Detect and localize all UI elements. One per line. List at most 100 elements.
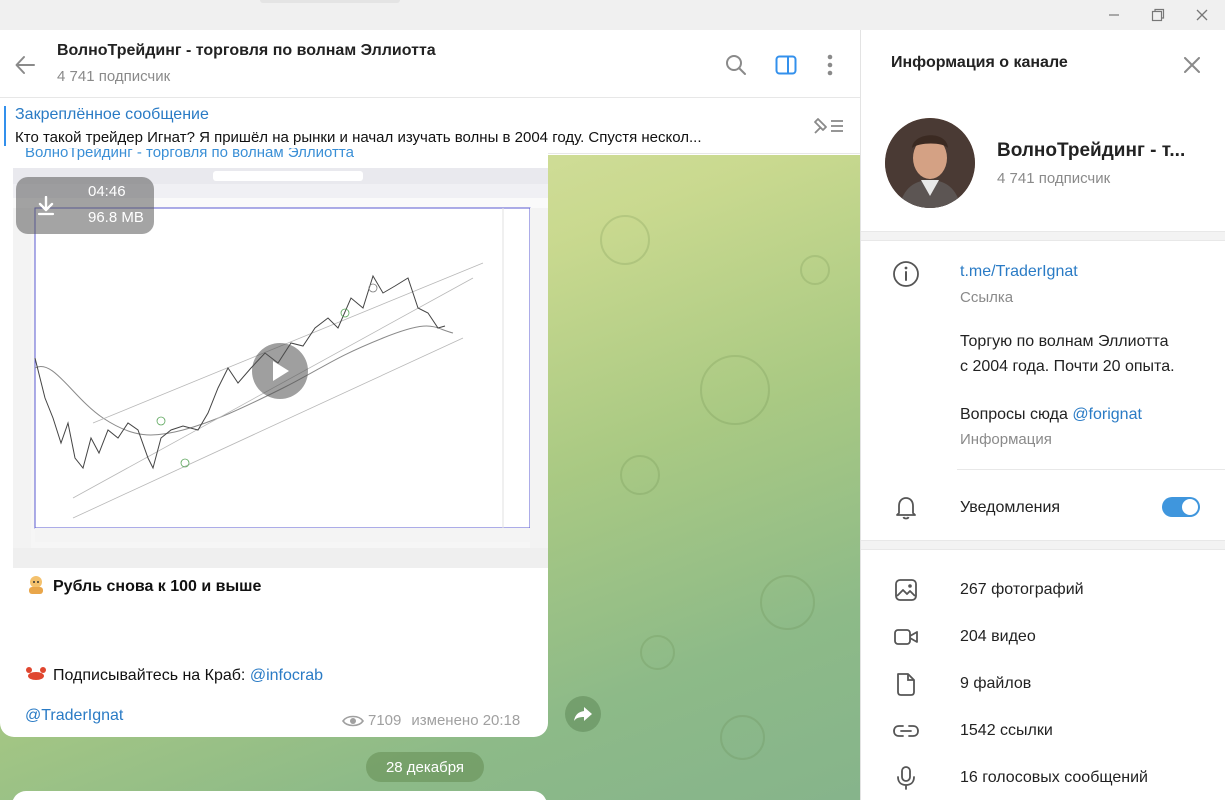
media-row-label: 204 видео bbox=[960, 628, 1036, 645]
arrow-left-icon bbox=[15, 56, 35, 74]
channel-name: ВолноТрейдинг - т... bbox=[997, 140, 1186, 161]
description-line2: с 2004 года. Почти 20 опыта. bbox=[960, 358, 1175, 375]
media-row-icon bbox=[891, 622, 921, 652]
close-icon bbox=[1196, 9, 1208, 21]
message-text-line2: Подписывайтесь на Краб: @infocrab bbox=[25, 663, 323, 685]
media-row-videos[interactable]: 204 видео bbox=[861, 617, 1225, 657]
video-icon bbox=[894, 629, 918, 645]
video-thumbnail[interactable]: 04:46 96.8 MB bbox=[13, 168, 548, 568]
window-close-button[interactable] bbox=[1179, 0, 1225, 30]
notifications-label: Уведомления bbox=[960, 499, 1061, 516]
media-row-label: 1542 ссылки bbox=[960, 722, 1053, 739]
download-icon bbox=[37, 196, 55, 216]
toggle-knob bbox=[1182, 499, 1198, 515]
background-doodle bbox=[620, 455, 660, 495]
thin-separator bbox=[957, 469, 1225, 470]
description-line3: Вопросы сюда @forignat bbox=[960, 406, 1142, 424]
media-row-label: 16 голосовых сообщений bbox=[960, 769, 1148, 786]
pinned-message-bar[interactable]: Закреплённое сообщение Кто такой трейдер… bbox=[0, 98, 860, 154]
channel-info-panel: Информация о канале ВолноТрейдинг - т...… bbox=[860, 30, 1225, 800]
chat-subscriber-count: 4 741 подписчик bbox=[57, 68, 171, 85]
pinned-indicator bbox=[4, 106, 6, 146]
minimize-icon bbox=[1109, 14, 1119, 16]
window-titlebar bbox=[0, 0, 1225, 30]
media-row-label: 267 фотографий bbox=[960, 581, 1084, 598]
trader-mention-link[interactable]: @TraderIgnat bbox=[25, 707, 123, 725]
search-button[interactable] bbox=[721, 50, 751, 80]
forignat-link[interactable]: @forignat bbox=[1072, 406, 1142, 423]
message-subscribe-text: Подписывайтесь на Краб: bbox=[53, 667, 250, 684]
media-row-links[interactable]: 1542 ссылки bbox=[861, 711, 1225, 751]
edited-time: изменено 20:18 bbox=[411, 712, 521, 729]
message-meta: 7109 изменено 20:18 bbox=[342, 712, 520, 729]
minimize-button[interactable] bbox=[1091, 0, 1137, 30]
info-icon bbox=[893, 261, 919, 287]
background-doodle bbox=[700, 355, 770, 425]
pinned-list-button[interactable] bbox=[808, 112, 848, 140]
pin-list-icon bbox=[814, 118, 843, 134]
close-icon bbox=[1184, 57, 1200, 73]
photo-icon bbox=[895, 579, 917, 601]
section-separator bbox=[861, 540, 1225, 550]
message-sender[interactable]: ВолноТрейдинг - торговля по волнам Эллио… bbox=[25, 148, 354, 161]
search-icon bbox=[726, 55, 746, 75]
restore-button[interactable] bbox=[1135, 0, 1181, 30]
video-size: 96.8 MB bbox=[88, 209, 144, 226]
view-count: 7109 bbox=[368, 712, 402, 729]
infocrab-link[interactable]: @infocrab bbox=[250, 667, 323, 684]
section-separator bbox=[861, 231, 1225, 241]
channel-link[interactable]: t.me/TraderIgnat bbox=[960, 263, 1078, 281]
video-info-badge[interactable]: 04:46 96.8 MB bbox=[16, 177, 154, 234]
media-row-files[interactable]: 9 файлов bbox=[861, 664, 1225, 704]
bell-icon bbox=[896, 497, 916, 520]
file-icon bbox=[897, 673, 915, 696]
eye-icon bbox=[342, 715, 364, 726]
channel-link-label: Ссылка bbox=[960, 289, 1014, 306]
channel-avatar[interactable] bbox=[885, 118, 975, 208]
description-label: Информация bbox=[960, 431, 1052, 448]
more-menu-button[interactable] bbox=[815, 50, 845, 80]
media-row-voice[interactable]: 16 голосовых сообщений bbox=[861, 758, 1225, 798]
background-doodle bbox=[760, 575, 815, 630]
background-doodle bbox=[640, 635, 675, 670]
channel-subscriber-count: 4 741 подписчик bbox=[997, 170, 1111, 187]
avatar-photo bbox=[885, 118, 975, 208]
background-doodle bbox=[800, 255, 830, 285]
titlebar-tab bbox=[260, 0, 400, 3]
toggle-info-panel-button[interactable] bbox=[771, 50, 801, 80]
download-button[interactable] bbox=[36, 195, 56, 217]
play-icon bbox=[273, 361, 289, 381]
media-row-icon bbox=[891, 575, 921, 605]
pinned-text: Кто такой трейдер Игнат? Я пришёл на рын… bbox=[15, 129, 702, 146]
chat-title[interactable]: ВолноТрейдинг - торговля по волнам Эллио… bbox=[57, 42, 436, 60]
crab-emoji-icon bbox=[26, 667, 46, 680]
media-row-icon bbox=[891, 669, 921, 699]
media-row-icon bbox=[891, 716, 921, 746]
video-duration: 04:46 bbox=[88, 183, 126, 200]
message-headline: Рубль снова к 100 и выше bbox=[53, 578, 262, 595]
info-panel-title: Информация о канале bbox=[891, 54, 1068, 71]
link-icon bbox=[893, 725, 919, 737]
description-line1: Торгую по волнам Эллиотта bbox=[960, 333, 1169, 350]
message-text-line1: Рубль снова к 100 и выше bbox=[25, 574, 261, 596]
pinned-title: Закреплённое сообщение bbox=[15, 106, 209, 123]
more-vertical-icon bbox=[827, 54, 833, 76]
media-row-label: 9 файлов bbox=[960, 675, 1032, 692]
microphone-icon bbox=[897, 766, 915, 790]
notifications-row-icon bbox=[891, 493, 921, 523]
media-row-photos[interactable]: 267 фотографий bbox=[861, 570, 1225, 610]
sidebar-icon bbox=[775, 55, 797, 75]
chat-header: ВолноТрейдинг - торговля по волнам Эллио… bbox=[0, 30, 860, 98]
info-close-button[interactable] bbox=[1177, 50, 1207, 80]
restore-icon bbox=[1151, 8, 1165, 22]
message-bubble[interactable]: ВолноТрейдинг - торговля по волнам Эллио… bbox=[0, 148, 548, 737]
media-row-icon bbox=[891, 763, 921, 793]
play-button[interactable] bbox=[252, 343, 308, 399]
info-row-icon bbox=[891, 259, 921, 289]
background-doodle bbox=[720, 715, 765, 760]
notifications-toggle[interactable] bbox=[1162, 497, 1200, 517]
background-doodle bbox=[600, 215, 650, 265]
description-contact-text: Вопросы сюда bbox=[960, 406, 1073, 423]
back-button[interactable] bbox=[10, 50, 40, 80]
person-emoji-icon bbox=[29, 576, 43, 594]
